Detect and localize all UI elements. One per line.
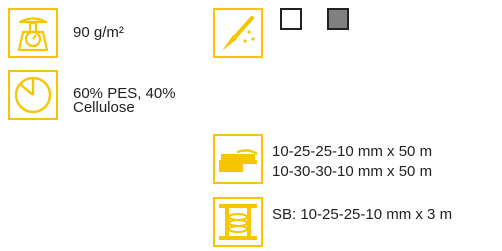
brush-icon [213,8,263,58]
spool-size: SB: 10-25-25-10 mm x 3 m [272,206,453,223]
weight-text: 90 g/m² [73,24,124,41]
pie-chart-icon [8,70,58,120]
spool-icon [213,197,263,247]
color-swatch-grey [327,8,349,30]
composition-line2: Cellulose [73,99,135,116]
tape-size-2: 10-30-30-10 mm x 50 m [272,163,433,180]
scale-icon [8,8,58,58]
tape-roll-icon [213,134,263,184]
tape-size-1: 10-25-25-10 mm x 50 m [272,143,433,160]
color-swatch-white [280,8,302,30]
